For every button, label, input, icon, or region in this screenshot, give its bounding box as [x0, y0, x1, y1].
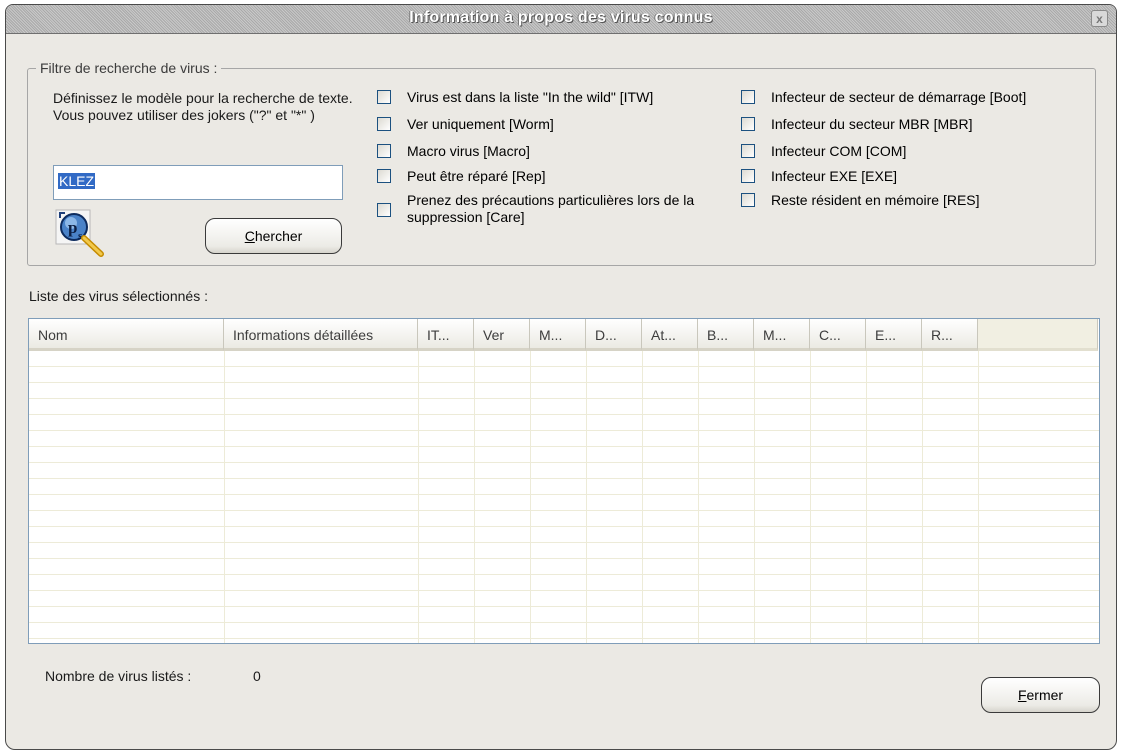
column-divider [474, 351, 475, 643]
column-header-res[interactable]: R... [922, 319, 978, 351]
table-body [29, 351, 1099, 643]
checkbox-label: Infecteur de secteur de démarrage [Boot] [771, 89, 1027, 105]
checkbox-box[interactable] [377, 169, 391, 183]
column-divider [810, 351, 811, 643]
search-button[interactable]: Chercher [205, 218, 342, 254]
column-divider [418, 351, 419, 643]
checkbox-worm[interactable]: Ver uniquement [Worm] [377, 116, 727, 133]
column-header-nom[interactable]: Nom [29, 319, 224, 351]
checkbox-label: Infecteur du secteur MBR [MBR] [771, 116, 973, 132]
checkbox-com[interactable]: Infecteur COM [COM] [741, 143, 1101, 160]
checkbox-label: Prenez des précautions particulières lor… [407, 192, 695, 225]
checkbox-label: Virus est dans la liste "In the wild" [I… [407, 89, 654, 105]
window-title: Information à propos des virus connus [409, 9, 713, 26]
checkbox-mbr[interactable]: Infecteur du secteur MBR [MBR] [741, 116, 1101, 133]
checkbox-label: Infecteur EXE [EXE] [771, 168, 898, 184]
table-row [29, 591, 1099, 607]
column-divider [698, 351, 699, 643]
checkbox-label: Peut être réparé [Rep] [407, 168, 546, 184]
table-row [29, 383, 1099, 399]
column-header-exe[interactable]: E... [866, 319, 922, 351]
virus-list-table[interactable]: Nom Informations détaillées IT... Ver M.… [28, 318, 1100, 644]
table-row [29, 463, 1099, 479]
column-header-ver[interactable]: Ver [474, 319, 530, 351]
column-divider [978, 351, 979, 643]
ps-magnifier-icon: p s [55, 209, 104, 257]
checkbox-box[interactable] [741, 117, 755, 131]
table-row [29, 479, 1099, 495]
checkbox-box[interactable] [741, 169, 755, 183]
close-icon[interactable]: x [1091, 10, 1108, 27]
checkbox-care[interactable]: Prenez des précautions particulières lor… [377, 192, 722, 226]
close-button-label: ermer [1026, 687, 1064, 703]
table-row [29, 415, 1099, 431]
table-row [29, 543, 1099, 559]
checkbox-box[interactable] [377, 203, 391, 217]
table-row [29, 575, 1099, 591]
close-button[interactable]: Fermer [981, 677, 1100, 713]
table-row [29, 607, 1099, 623]
checkbox-boot[interactable]: Infecteur de secteur de démarrage [Boot] [741, 89, 1101, 106]
table-row [29, 495, 1099, 511]
search-input[interactable]: KLEZ [53, 165, 343, 200]
column-divider [754, 351, 755, 643]
checkbox-itw[interactable]: Virus est dans la liste "In the wild" [I… [377, 89, 727, 106]
title-bar[interactable]: Information à propos des virus connus x [6, 5, 1116, 34]
column-divider [642, 351, 643, 643]
checkbox-box[interactable] [741, 90, 755, 104]
search-button-label: hercher [254, 228, 303, 244]
close-button-accel: F [1017, 687, 1027, 703]
column-header-d[interactable]: D... [586, 319, 642, 351]
column-divider [530, 351, 531, 643]
virus-count-value: 0 [253, 668, 261, 684]
checkbox-box[interactable] [741, 144, 755, 158]
table-header: Nom Informations détaillées IT... Ver M.… [29, 319, 1098, 351]
checkbox-label: Reste résident en mémoire [RES] [771, 192, 980, 208]
column-header-itw[interactable]: IT... [418, 319, 474, 351]
table-row [29, 431, 1099, 447]
table-row [29, 559, 1099, 575]
checkbox-rep[interactable]: Peut être réparé [Rep] [377, 168, 727, 185]
virus-count-label: Nombre de virus listés : [45, 668, 192, 684]
checkbox-box[interactable] [741, 193, 755, 207]
column-header-com[interactable]: C... [810, 319, 866, 351]
column-divider [586, 351, 587, 643]
table-row [29, 351, 1099, 367]
table-row [29, 527, 1099, 543]
checkbox-label: Infecteur COM [COM] [771, 143, 907, 159]
checkbox-box[interactable] [377, 144, 391, 158]
checkbox-label: Ver uniquement [Worm] [407, 116, 554, 132]
table-row [29, 367, 1099, 383]
checkbox-box[interactable] [377, 117, 391, 131]
table-row [29, 623, 1099, 639]
table-row [29, 447, 1099, 463]
checkbox-box[interactable] [377, 90, 391, 104]
checkbox-exe[interactable]: Infecteur EXE [EXE] [741, 168, 1101, 185]
checkbox-label: Macro virus [Macro] [407, 143, 530, 159]
search-button-accel: C [244, 228, 255, 244]
column-divider [922, 351, 923, 643]
search-input-value: KLEZ [58, 173, 96, 189]
column-header-boot[interactable]: B... [698, 319, 754, 351]
svg-text:p: p [68, 218, 77, 237]
table-row [29, 399, 1099, 415]
column-divider [866, 351, 867, 643]
column-header-details[interactable]: Informations détaillées [224, 319, 418, 351]
table-row [29, 511, 1099, 527]
column-header-filler [978, 319, 1098, 351]
checkbox-res[interactable]: Reste résident en mémoire [RES] [741, 192, 1101, 209]
checkbox-macro[interactable]: Macro virus [Macro] [377, 143, 727, 160]
column-header-macro[interactable]: M... [530, 319, 586, 351]
column-divider [224, 351, 225, 643]
column-header-at[interactable]: At... [642, 319, 698, 351]
virus-list-label: Liste des virus sélectionnés : [29, 288, 208, 304]
filter-description: Définissez le modèle pour la recherche d… [53, 90, 353, 123]
column-header-mbr[interactable]: M... [754, 319, 810, 351]
filter-legend: Filtre de recherche de virus : [40, 60, 218, 76]
